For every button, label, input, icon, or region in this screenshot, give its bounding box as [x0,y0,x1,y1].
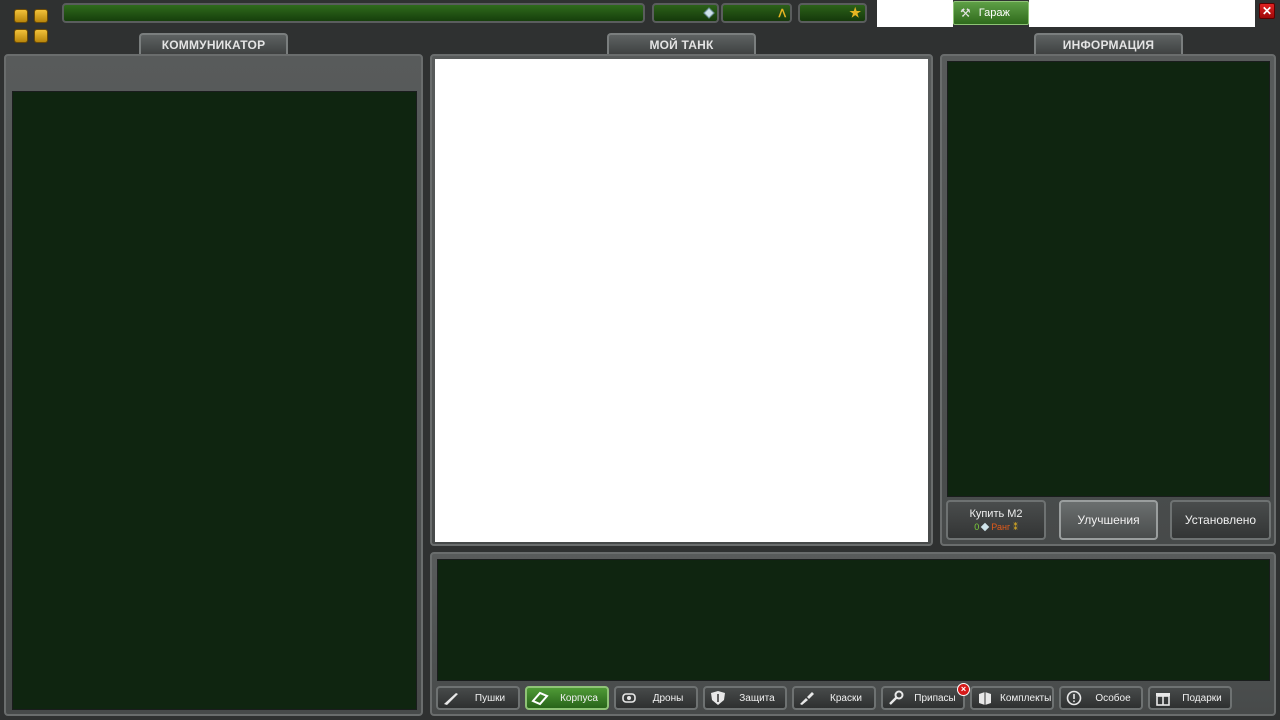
tab-label: Краски [830,692,862,704]
buy-label: Купить M2 [969,507,1023,520]
buy-button[interactable]: Купить M2 0 Ранг ⁑ [946,500,1046,540]
hull-icon [531,691,549,706]
tab-label: Подарки [1182,692,1222,704]
menu-square-icon [14,29,28,43]
gun-icon [444,693,458,705]
rank-counter: ᐱ [721,3,792,23]
garage-tools-icon: ⚒ [960,6,971,20]
communicator-panel [4,54,423,716]
upgrades-label: Улучшения [1077,513,1140,527]
tab-supplies[interactable]: Припасы [881,686,965,710]
experience-progress-bar [62,3,645,23]
menu-square-icon [34,29,48,43]
blank-area [877,0,953,27]
menu-square-icon [34,9,48,23]
buy-crystals: 0 [974,522,980,532]
tab-guns[interactable]: Пушки [436,686,520,710]
crystal-icon [703,7,715,19]
drone-icon [622,693,636,703]
tab-paints[interactable]: Краски [792,686,876,710]
blank-area [1029,0,1255,27]
rank-chevron-icon: ᐱ [778,7,786,20]
garage-label: Гараж [978,7,1010,19]
menu-square-icon [14,9,28,23]
tab-hulls[interactable]: Корпуса [525,686,609,710]
tab-label: Особое [1095,692,1131,704]
my-tank-panel [430,54,933,546]
tab-label: Пушки [474,692,506,704]
item-list-content[interactable] [437,559,1270,681]
tab-label: Дроны [652,692,684,704]
garage-button[interactable]: ⚒ Гараж [953,1,1029,25]
tab-label: Корпуса [560,692,598,704]
tab-special[interactable]: Особое [1059,686,1143,710]
tab-kits[interactable]: Комплекты [970,686,1054,710]
tab-label: Комплекты [1000,692,1052,704]
crystal-icon [981,522,990,532]
wrench-icon [889,690,904,705]
upgrades-button[interactable]: Улучшения [1059,500,1158,540]
tab-protection[interactable]: Защита [703,686,787,710]
close-button[interactable]: ✕ [1259,3,1275,19]
shield-icon [711,691,725,705]
stars-counter: ★ [798,3,867,23]
tab-communicator: КОММУНИКАТОР [139,33,288,55]
installed-button[interactable]: Установлено [1170,500,1271,540]
paint-icon [800,692,814,705]
supplies-alert-badge: × [957,683,970,696]
tab-gifts[interactable]: Подарки [1148,686,1232,710]
information-content [947,61,1270,497]
star-icon: ★ [849,5,861,20]
tank-preview[interactable] [435,59,928,542]
crystals-counter [652,3,719,23]
tab-my-tank: МОЙ ТАНК [607,33,756,55]
tab-label: Защита [739,692,775,704]
buy-price: 0 Ранг ⁑ [974,522,1017,533]
tab-information: ИНФОРМАЦИЯ [1034,33,1183,55]
rank-icon: ⁑ [1013,521,1018,532]
main-menu-button[interactable] [14,9,50,45]
gift-icon [1156,693,1170,706]
installed-label: Установлено [1184,513,1257,527]
communicator-content[interactable] [12,91,417,710]
buy-rank: Ранг [991,522,1011,532]
information-panel [940,54,1276,546]
tab-label: Припасы [914,692,956,704]
special-icon [1066,690,1082,706]
kit-icon [979,692,991,705]
tab-drones[interactable]: Дроны [614,686,698,710]
